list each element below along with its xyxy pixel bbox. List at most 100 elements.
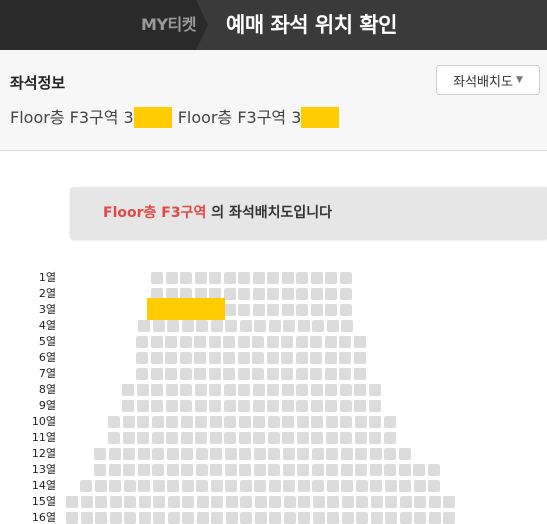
seat[interactable] — [208, 368, 221, 380]
seat-layout-dropdown[interactable]: 좌석배치도 ▼ — [436, 65, 540, 95]
seat[interactable] — [151, 432, 164, 444]
seat[interactable] — [310, 304, 323, 316]
seat[interactable] — [136, 400, 149, 412]
seat[interactable] — [296, 288, 308, 300]
seat[interactable] — [339, 288, 352, 300]
seat[interactable] — [326, 480, 339, 492]
seat[interactable] — [325, 432, 338, 444]
seat[interactable] — [223, 352, 235, 364]
seat[interactable] — [211, 496, 223, 508]
seat[interactable] — [138, 512, 151, 524]
seat[interactable] — [427, 464, 440, 476]
seat[interactable] — [339, 400, 352, 412]
seat[interactable] — [122, 400, 134, 412]
seat[interactable] — [325, 288, 337, 300]
seat[interactable] — [340, 464, 353, 476]
seat[interactable] — [254, 496, 267, 508]
seat[interactable] — [80, 512, 93, 524]
seat[interactable] — [295, 368, 308, 380]
seat[interactable] — [152, 480, 165, 492]
seat[interactable] — [298, 496, 310, 508]
seat[interactable] — [150, 352, 163, 364]
seat[interactable] — [194, 400, 207, 412]
seat[interactable] — [109, 512, 122, 524]
seat[interactable] — [399, 496, 412, 508]
seat[interactable] — [310, 288, 323, 300]
seat[interactable] — [196, 480, 208, 492]
seat[interactable] — [267, 416, 280, 428]
seat[interactable] — [165, 336, 177, 348]
seat[interactable] — [209, 400, 221, 412]
seat[interactable] — [166, 464, 179, 476]
seat[interactable] — [252, 288, 265, 300]
seat[interactable] — [137, 432, 149, 444]
seat[interactable] — [310, 272, 323, 284]
seat[interactable] — [179, 368, 192, 380]
seat[interactable] — [181, 480, 194, 492]
seat[interactable] — [194, 352, 206, 364]
seat[interactable] — [151, 272, 163, 284]
seat[interactable] — [167, 512, 180, 524]
seat[interactable] — [310, 352, 322, 364]
seat[interactable] — [208, 352, 221, 364]
seat[interactable] — [325, 416, 338, 428]
seat[interactable] — [153, 512, 165, 524]
seat[interactable] — [152, 448, 164, 460]
seat[interactable] — [224, 416, 236, 428]
seat[interactable] — [223, 336, 235, 348]
seat[interactable] — [253, 448, 266, 460]
seat[interactable] — [324, 336, 337, 348]
seat[interactable] — [354, 432, 367, 444]
seat[interactable] — [254, 480, 266, 492]
seat[interactable] — [210, 480, 223, 492]
seat[interactable] — [340, 416, 352, 428]
seat[interactable] — [268, 320, 281, 332]
seat[interactable] — [267, 304, 279, 316]
seat[interactable] — [136, 352, 148, 364]
seat[interactable] — [311, 432, 323, 444]
seat[interactable] — [124, 496, 136, 508]
seat[interactable] — [341, 496, 354, 508]
seat[interactable] — [196, 320, 208, 332]
seat[interactable] — [94, 480, 107, 492]
seat[interactable] — [209, 384, 221, 396]
seat[interactable] — [153, 496, 165, 508]
seat[interactable] — [266, 368, 279, 380]
seat[interactable] — [194, 368, 206, 380]
seat[interactable] — [310, 368, 322, 380]
seat[interactable] — [195, 464, 208, 476]
seat[interactable] — [210, 464, 222, 476]
seat[interactable] — [238, 288, 250, 300]
seat[interactable] — [339, 368, 351, 380]
seat[interactable] — [310, 336, 322, 348]
seat[interactable] — [312, 480, 324, 492]
seat[interactable] — [267, 288, 279, 300]
seat[interactable] — [223, 400, 236, 412]
seat[interactable] — [325, 304, 337, 316]
seat[interactable] — [428, 480, 440, 492]
seat[interactable] — [138, 496, 151, 508]
seat[interactable] — [252, 368, 264, 380]
seat[interactable] — [368, 384, 381, 396]
seat[interactable] — [283, 496, 296, 508]
seat[interactable] — [369, 464, 382, 476]
seat[interactable] — [180, 432, 193, 444]
seat[interactable] — [297, 448, 309, 460]
seat[interactable] — [283, 480, 295, 492]
seat[interactable] — [238, 384, 250, 396]
seat[interactable] — [325, 384, 337, 396]
seat[interactable] — [66, 512, 78, 524]
seat[interactable] — [339, 384, 352, 396]
seat[interactable] — [95, 512, 107, 524]
seat[interactable] — [281, 272, 294, 284]
seat[interactable] — [179, 352, 192, 364]
seat[interactable] — [209, 416, 222, 428]
seat[interactable] — [167, 480, 179, 492]
seat[interactable] — [150, 336, 163, 348]
seat[interactable] — [210, 448, 222, 460]
seat[interactable] — [281, 352, 293, 364]
seat[interactable] — [194, 384, 207, 396]
seat[interactable] — [237, 368, 250, 380]
seat[interactable] — [137, 448, 150, 460]
seat[interactable] — [225, 512, 238, 524]
